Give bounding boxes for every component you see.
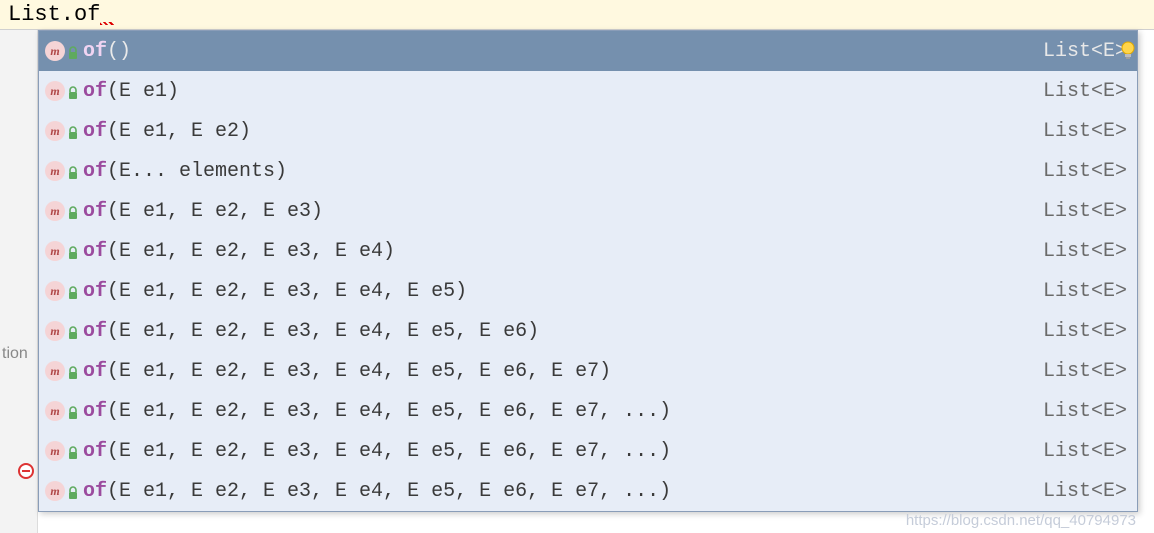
lock-icon <box>67 124 79 138</box>
lock-icon <box>67 364 79 378</box>
gutter: tion <box>0 30 38 533</box>
suggestion-item[interactable]: mof(E e1) List<E> <box>39 71 1137 111</box>
method-name: of <box>83 400 107 423</box>
return-type: List<E> <box>1031 360 1127 383</box>
lock-icon <box>67 284 79 298</box>
editor-text: List.of <box>8 2 100 27</box>
method-icon: m <box>45 481 65 501</box>
method-icon: m <box>45 41 65 61</box>
return-type: List<E> <box>1031 480 1127 503</box>
suggestion-item[interactable]: mof(E e1, E e2, E e3, E e4, E e5, E e6, … <box>39 391 1137 431</box>
method-name: of <box>83 480 107 503</box>
return-type: List<E> <box>1031 40 1127 63</box>
suggestion-item[interactable]: mof(E e1, E e2, E e3, E e4, E e5, E e6) L… <box>39 311 1137 351</box>
method-icon: m <box>45 441 65 461</box>
lock-icon <box>67 404 79 418</box>
method-params: (E e1) <box>107 80 179 103</box>
watermark-text: https://blog.csdn.net/qq_40794973 <box>906 512 1136 529</box>
method-name: of <box>83 440 107 463</box>
method-params: (E e1, E e2, E e3, E e4, E e5) <box>107 280 467 303</box>
method-name: of <box>83 200 107 223</box>
suggestion-item[interactable]: mof(E e1, E e2, E e3, E e4) List<E> <box>39 231 1137 271</box>
return-type: List<E> <box>1031 120 1127 143</box>
suggestion-item[interactable]: mof(E e1, E e2, E e3, E e4, E e5, E e6, … <box>39 471 1137 511</box>
method-params: (E e1, E e2, E e3, E e4) <box>107 240 395 263</box>
method-name: of <box>83 80 107 103</box>
method-params: () <box>107 40 131 63</box>
method-icon: m <box>45 361 65 381</box>
method-params: (E e1, E e2, E e3, E e4, E e5, E e6) <box>107 320 539 343</box>
method-params: (E e1, E e2) <box>107 120 251 143</box>
lock-icon <box>67 84 79 98</box>
return-type: List<E> <box>1031 80 1127 103</box>
method-params: (E e1, E e2, E e3, E e4, E e5, E e6, E e… <box>107 400 671 423</box>
lock-icon <box>67 324 79 338</box>
method-params: (E e1, E e2, E e3) <box>107 200 323 223</box>
lightbulb-icon[interactable] <box>1117 39 1139 61</box>
method-name: of <box>83 360 107 383</box>
return-type: List<E> <box>1031 400 1127 423</box>
method-params: (E e1, E e2, E e3, E e4, E e5, E e6, E e… <box>107 440 671 463</box>
method-name: of <box>83 320 107 343</box>
lock-icon <box>67 44 79 58</box>
return-type: List<E> <box>1031 160 1127 183</box>
return-type: List<E> <box>1031 280 1127 303</box>
method-icon: m <box>45 201 65 221</box>
editor-line[interactable]: List.of <box>0 0 1154 30</box>
return-type: List<E> <box>1031 440 1127 463</box>
return-type: List<E> <box>1031 320 1127 343</box>
method-name: of <box>83 160 107 183</box>
method-icon: m <box>45 121 65 141</box>
lock-icon <box>67 244 79 258</box>
suggestion-item[interactable]: mof(E e1, E e2, E e3, E e4, E e5, E e6, … <box>39 351 1137 391</box>
suggestion-item[interactable]: mof(E e1, E e2, E e3, E e4, E e5) List<E> <box>39 271 1137 311</box>
error-marker-icon <box>18 463 34 479</box>
method-icon: m <box>45 281 65 301</box>
method-icon: m <box>45 241 65 261</box>
suggestion-item[interactable]: mof(E e1, E e2, E e3, E e4, E e5, E e6, … <box>39 431 1137 471</box>
method-name: of <box>83 240 107 263</box>
autocomplete-popup[interactable]: mof()List<E>mof(E e1)List<E>mof(E e1, E … <box>38 30 1138 512</box>
method-params: (E e1, E e2, E e3, E e4, E e5, E e6, E e… <box>107 480 671 503</box>
error-squiggle <box>100 2 126 27</box>
method-icon: m <box>45 321 65 341</box>
lock-icon <box>67 444 79 458</box>
gutter-cutoff-text: tion <box>2 345 28 363</box>
lock-icon <box>67 164 79 178</box>
method-params: (E... elements) <box>107 160 287 183</box>
suggestion-item[interactable]: mof(E e1, E e2) List<E> <box>39 111 1137 151</box>
suggestion-item[interactable]: mof() List<E> <box>39 31 1137 71</box>
method-icon: m <box>45 401 65 421</box>
lock-icon <box>67 484 79 498</box>
method-name: of <box>83 40 107 63</box>
lock-icon <box>67 204 79 218</box>
method-icon: m <box>45 161 65 181</box>
suggestion-item[interactable]: mof(E... elements) List<E> <box>39 151 1137 191</box>
suggestion-item[interactable]: mof(E e1, E e2, E e3) List<E> <box>39 191 1137 231</box>
method-name: of <box>83 120 107 143</box>
method-icon: m <box>45 81 65 101</box>
return-type: List<E> <box>1031 240 1127 263</box>
method-params: (E e1, E e2, E e3, E e4, E e5, E e6, E e… <box>107 360 611 383</box>
return-type: List<E> <box>1031 200 1127 223</box>
method-name: of <box>83 280 107 303</box>
